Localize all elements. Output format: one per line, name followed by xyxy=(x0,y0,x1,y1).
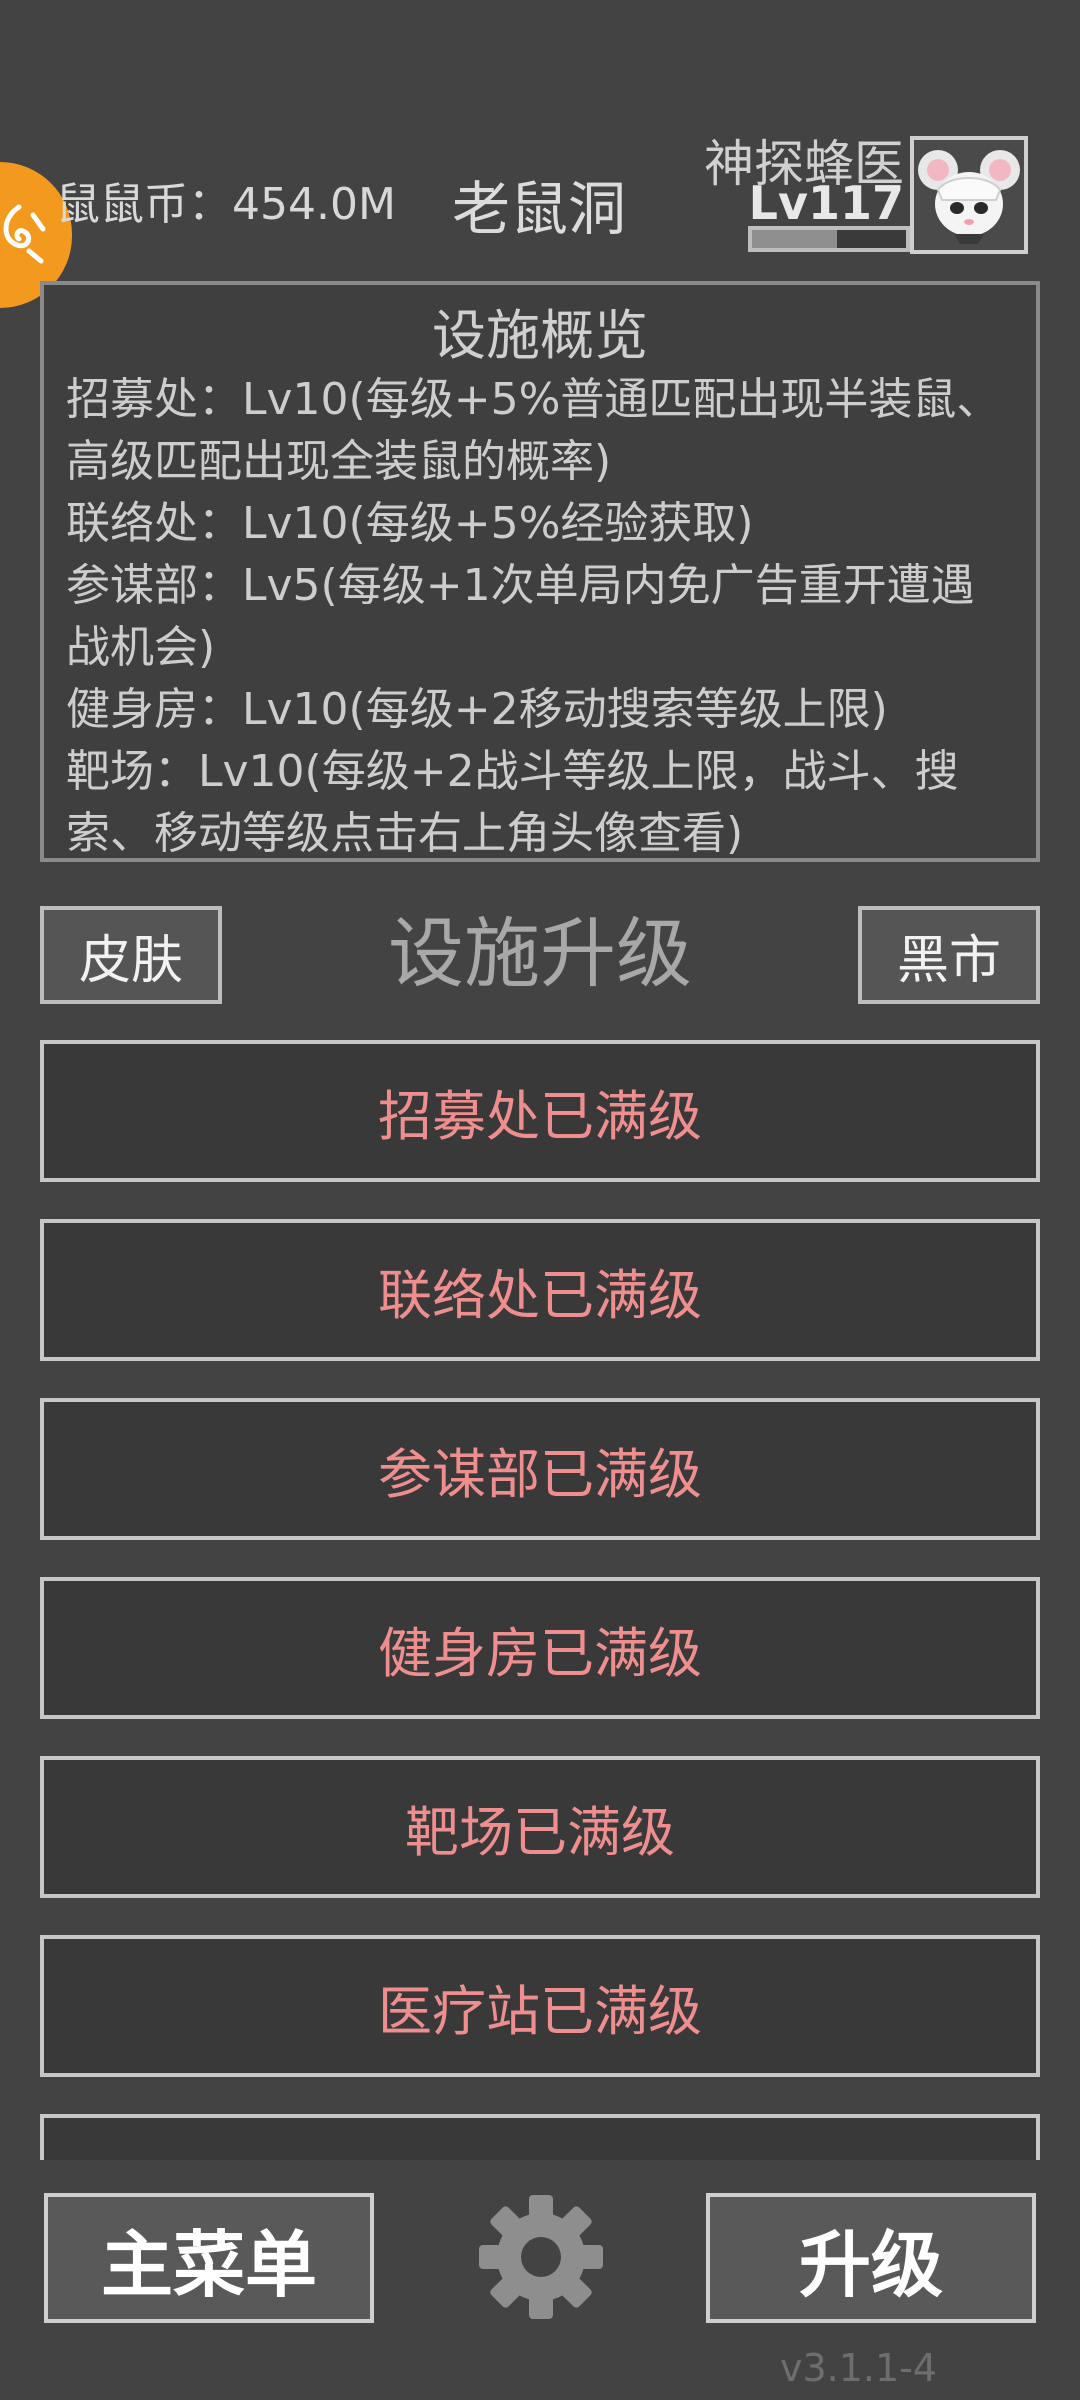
coin-balance: 鼠鼠币：454.0M xyxy=(56,179,396,230)
upgrade-item-recruitment[interactable]: 招募处已满级 xyxy=(40,1040,1040,1182)
facility-overview-panel[interactable]: 设施概览 招募处：Lv10(每级+5%普通匹配出现半装鼠、高级匹配出现全装鼠的概… xyxy=(40,281,1040,862)
black-market-button[interactable]: 黑市 xyxy=(858,906,1040,1004)
page-title: 老鼠洞 xyxy=(452,175,627,243)
settings-button[interactable] xyxy=(474,2190,608,2324)
skin-button[interactable]: 皮肤 xyxy=(40,906,222,1004)
player-level: Lv117 xyxy=(748,176,904,230)
swirl-icon xyxy=(3,204,46,264)
upgrade-item-medical[interactable]: 医疗站已满级 xyxy=(40,1935,1040,2077)
gear-icon xyxy=(479,2195,603,2319)
upgrade-item-partial[interactable] xyxy=(40,2114,1040,2160)
upgrade-item-staff[interactable]: 参谋部已满级 xyxy=(40,1398,1040,1540)
xp-progress-fill xyxy=(752,230,837,248)
facility-upgrade-list[interactable]: 招募处已满级 联络处已满级 参谋部已满级 健身房已满级 靶场已满级 医疗站已满级 xyxy=(40,1040,1040,2160)
mouse-avatar-icon xyxy=(918,150,1020,244)
upgrade-item-gym[interactable]: 健身房已满级 xyxy=(40,1577,1040,1719)
overview-line-staff: 参谋部：Lv5(每级+1次单局内免广告重开遭遇战机会) xyxy=(66,560,975,673)
upgrade-item-shooting-range[interactable]: 靶场已满级 xyxy=(40,1756,1040,1898)
upgrade-button[interactable]: 升级 xyxy=(706,2193,1036,2323)
avatar[interactable] xyxy=(910,136,1028,254)
overview-text: 招募处：Lv10(每级+5%普通匹配出现半装鼠、高级匹配出现全装鼠的概率) 联络… xyxy=(44,369,1036,859)
overview-line-recruitment: 招募处：Lv10(每级+5%普通匹配出现半装鼠、高级匹配出现全装鼠的概率) xyxy=(66,374,1001,487)
overview-line-shooting-range: 靶场：Lv10(每级+2战斗等级上限，战斗、搜索、移动等级点击右上角头像查看) xyxy=(66,746,959,859)
section-title: 设施升级 xyxy=(388,909,692,998)
overview-line-gym: 健身房：Lv10(每级+2移动搜索等级上限) xyxy=(66,684,888,735)
overview-line-liaison: 联络处：Lv10(每级+5%经验获取) xyxy=(66,498,754,549)
main-menu-button[interactable]: 主菜单 xyxy=(44,2193,374,2323)
overview-title: 设施概览 xyxy=(432,304,648,367)
version-label: v3.1.1-4 xyxy=(780,2346,938,2390)
upgrade-item-liaison[interactable]: 联络处已满级 xyxy=(40,1219,1040,1361)
xp-progress-bar xyxy=(748,226,910,252)
